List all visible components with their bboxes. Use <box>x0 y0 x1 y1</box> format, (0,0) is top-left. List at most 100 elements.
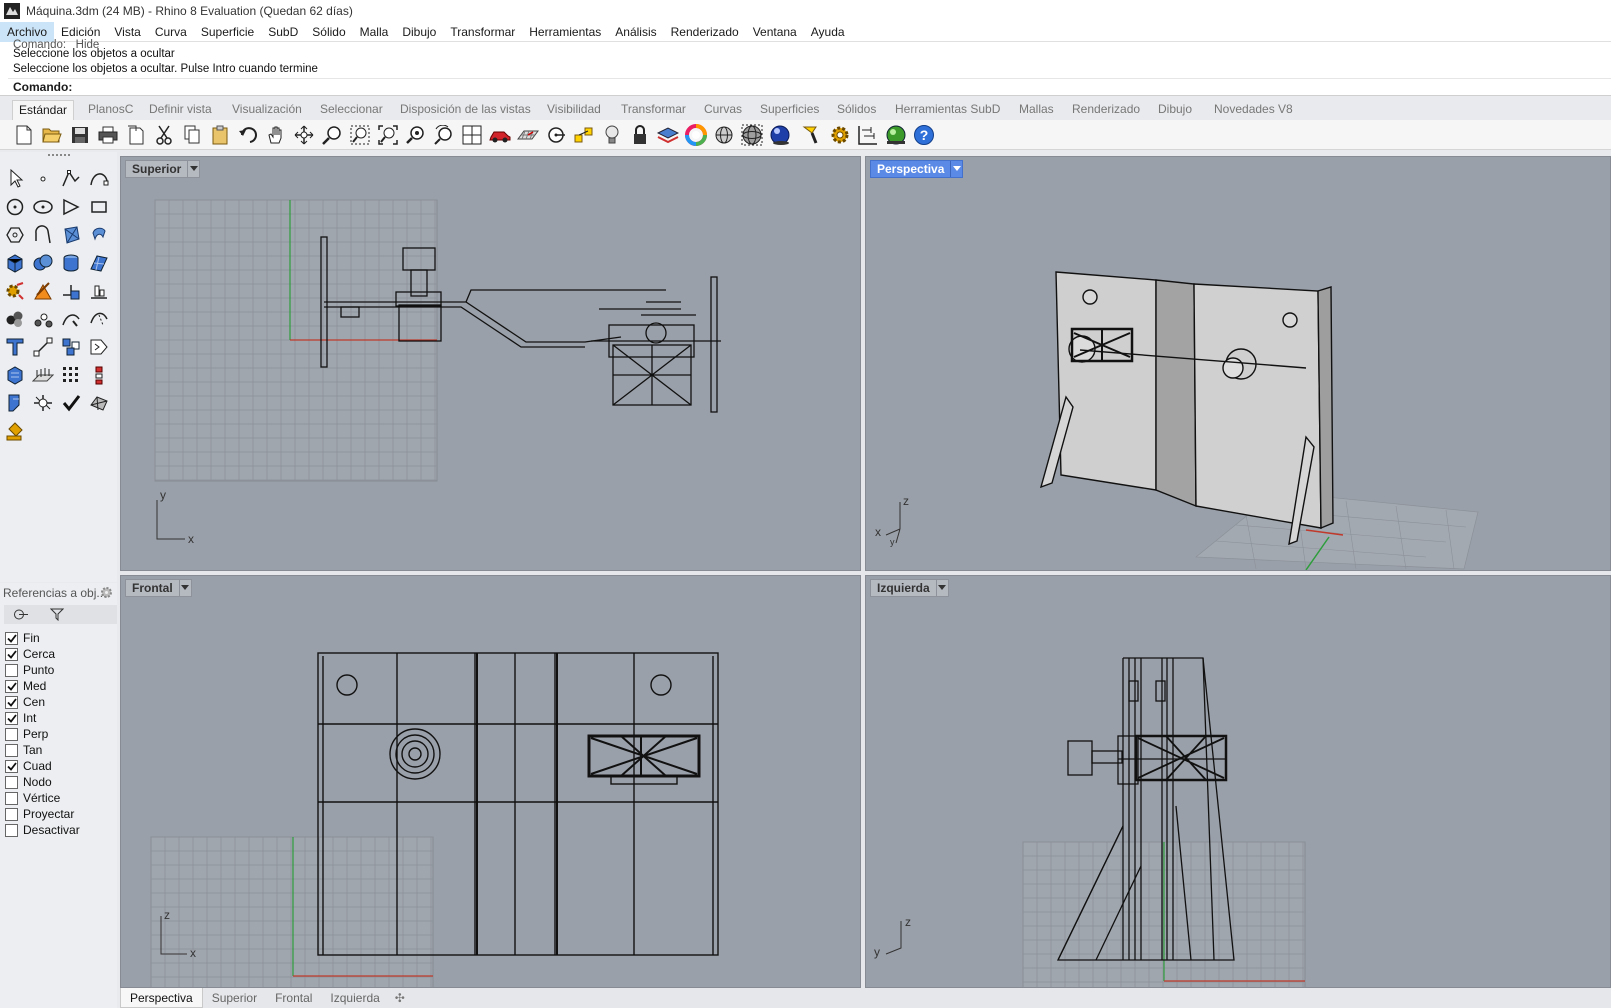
osnap-item[interactable]: Fin <box>5 630 80 646</box>
four-viewports-icon[interactable] <box>460 123 484 147</box>
rectangle-icon[interactable] <box>86 194 112 220</box>
tab-estandar[interactable]: Estándar <box>12 100 75 120</box>
zoom-icon[interactable] <box>320 123 344 147</box>
bottom-tab-izquierda[interactable]: Izquierda <box>321 988 388 1008</box>
snap-icon[interactable] <box>544 123 568 147</box>
osnap-checkbox[interactable] <box>5 695 18 709</box>
light-icon[interactable] <box>600 123 624 147</box>
tab-visualizacion[interactable]: Visualización <box>226 100 308 120</box>
menu-dibujo[interactable]: Dibujo <box>395 22 443 42</box>
bottom-tab-frontal[interactable]: Frontal <box>266 988 321 1008</box>
osnap-snap-icon[interactable] <box>13 608 29 621</box>
bottom-tab-superior[interactable]: Superior <box>203 988 266 1008</box>
sphere-shaded-icon[interactable] <box>740 123 764 147</box>
filter-icon[interactable] <box>50 608 64 621</box>
tab-transformar[interactable]: Transformar <box>615 100 692 120</box>
color-wheel-icon[interactable] <box>684 123 708 147</box>
tab-renderizado[interactable]: Renderizado <box>1066 100 1146 120</box>
point-array-icon[interactable] <box>58 362 84 388</box>
tab-disposicion-vistas[interactable]: Disposición de las vistas <box>394 100 537 120</box>
trim-icon[interactable] <box>58 306 84 332</box>
menu-ventana[interactable]: Ventana <box>746 22 804 42</box>
menu-analisis[interactable]: Análisis <box>608 22 663 42</box>
osnap-checkbox[interactable] <box>5 775 18 789</box>
import-icon[interactable] <box>124 123 148 147</box>
grid-plane-icon[interactable] <box>30 362 56 388</box>
rotate-view-icon[interactable] <box>292 123 316 147</box>
new-icon[interactable] <box>12 123 36 147</box>
pan-hand-icon[interactable] <box>264 123 288 147</box>
mesh-tools-icon[interactable] <box>86 390 112 416</box>
osnap-item[interactable]: Med <box>5 678 80 694</box>
ellipse-icon[interactable] <box>30 194 56 220</box>
box-solid-icon[interactable] <box>2 250 28 276</box>
zoom-selected-icon[interactable] <box>404 123 428 147</box>
undo-view-icon[interactable] <box>432 123 456 147</box>
layer-icon[interactable] <box>656 123 680 147</box>
menu-ayuda[interactable]: Ayuda <box>804 22 852 42</box>
viewport-tab-frontal[interactable]: Frontal <box>125 579 192 597</box>
osnap-checkbox[interactable] <box>5 791 18 805</box>
osnap-item[interactable]: Nodo <box>5 774 80 790</box>
gear-icon[interactable] <box>100 586 113 599</box>
curve-icon[interactable] <box>86 166 112 192</box>
copy-icon[interactable] <box>180 123 204 147</box>
osnap-checkbox[interactable] <box>5 743 18 757</box>
tab-herramientas-subd[interactable]: Herramientas SubD <box>889 100 1006 120</box>
surface-corner-icon[interactable] <box>58 222 84 248</box>
cplane-icon[interactable] <box>516 123 540 147</box>
osnap-checkbox[interactable] <box>5 807 18 821</box>
add-tab-icon[interactable]: ✣ <box>389 991 411 1005</box>
osnap-checkbox[interactable] <box>5 679 18 693</box>
zoom-extents-icon[interactable] <box>376 123 400 147</box>
osnap-checkbox[interactable] <box>5 631 18 645</box>
menu-malla[interactable]: Malla <box>353 22 396 42</box>
osnap-checkbox[interactable] <box>5 823 18 837</box>
sphere-render-icon[interactable] <box>768 123 792 147</box>
mesh-plane-icon[interactable] <box>86 250 112 276</box>
select-arrow-icon[interactable] <box>4 166 30 192</box>
solid-tools-icon[interactable] <box>2 362 28 388</box>
paste-icon[interactable] <box>208 123 232 147</box>
osnap-item[interactable]: Int <box>5 710 80 726</box>
command-input[interactable] <box>76 80 1611 94</box>
viewport-tab-perspectiva[interactable]: Perspectiva <box>870 160 964 178</box>
menu-curva[interactable]: Curva <box>148 22 194 42</box>
dimension-linear-icon[interactable] <box>30 334 56 360</box>
zoom-window-icon[interactable] <box>348 123 372 147</box>
analyze-icon[interactable] <box>86 334 112 360</box>
tab-planosc[interactable]: PlanosC <box>82 100 139 120</box>
block-icon[interactable] <box>58 334 84 360</box>
drafting-icon[interactable] <box>30 390 56 416</box>
sphere-wire-icon[interactable] <box>712 123 736 147</box>
menu-superficie[interactable]: Superficie <box>194 22 261 42</box>
tab-mallas[interactable]: Mallas <box>1013 100 1060 120</box>
osnap-item[interactable]: Cuad <box>5 758 80 774</box>
menu-subd[interactable]: SubD <box>261 22 305 42</box>
menu-solido[interactable]: Sólido <box>305 22 352 42</box>
split-icon[interactable] <box>86 306 112 332</box>
bottom-tab-perspectiva[interactable]: Perspectiva <box>120 988 203 1008</box>
osnap-item[interactable]: Punto <box>5 662 80 678</box>
polygon-icon[interactable] <box>58 194 84 220</box>
osnap-item[interactable]: Proyectar <box>5 806 80 822</box>
undo-icon[interactable] <box>236 123 260 147</box>
viewport-left[interactable]: z y Izquierda <box>865 575 1611 988</box>
osnap-item[interactable]: Perp <box>5 726 80 742</box>
tab-dibujo[interactable]: Dibujo <box>1152 100 1198 120</box>
viewport-divider-horizontal[interactable] <box>120 571 1611 575</box>
array-icon[interactable] <box>30 306 56 332</box>
osnap-item[interactable]: Tan <box>5 742 80 758</box>
osnap-item[interactable]: Cen <box>5 694 80 710</box>
viewport-perspective[interactable]: z x y Perspectiva <box>865 156 1611 571</box>
paint-bucket-icon[interactable] <box>2 418 28 444</box>
tab-visibilidad[interactable]: Visibilidad <box>541 100 607 120</box>
tab-curvas[interactable]: Curvas <box>698 100 748 120</box>
viewport-tab-superior[interactable]: Superior <box>125 160 201 178</box>
align-icon[interactable] <box>86 278 112 304</box>
render-icon[interactable] <box>884 123 908 147</box>
viewport-front[interactable]: z x Frontal <box>120 575 861 988</box>
group-icon[interactable] <box>2 306 28 332</box>
tab-definir-vista[interactable]: Definir vista <box>143 100 218 120</box>
osnap-checkbox[interactable] <box>5 647 18 661</box>
